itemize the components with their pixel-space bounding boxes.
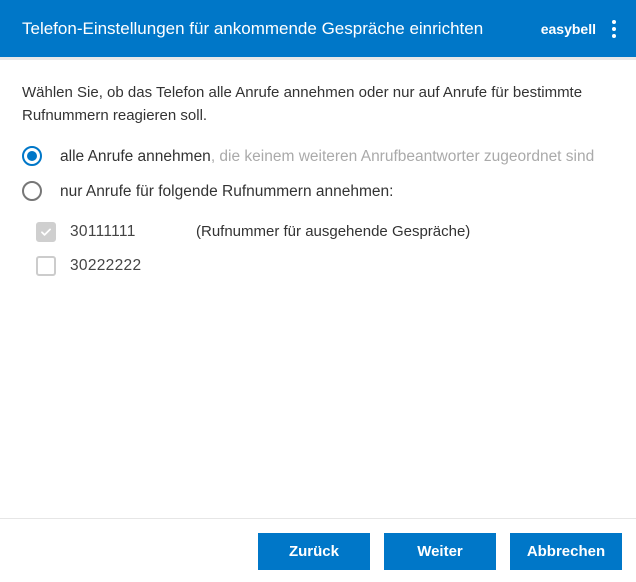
radio-specific-numbers[interactable] bbox=[22, 181, 42, 201]
brand-label: easybell bbox=[541, 21, 596, 37]
footer-bar: Zurück Weiter Abbrechen bbox=[0, 518, 636, 582]
intro-text: Wählen Sie, ob das Telefon alle Anrufe a… bbox=[22, 82, 614, 127]
number-value: 30222222 bbox=[70, 257, 182, 275]
option-all-calls[interactable]: alle Anrufe annehmen, die keinem weitere… bbox=[22, 145, 614, 168]
numbers-list: 30111111 (Rufnummer für ausgehende Gespr… bbox=[22, 222, 614, 276]
page-title: Telefon-Einstellungen für ankommende Ges… bbox=[22, 19, 483, 39]
option-all-label-hint: , die keinem weiteren Anrufbeantworter z… bbox=[211, 148, 594, 165]
option-specific-label: nur Anrufe für folgende Rufnummern anneh… bbox=[60, 180, 614, 203]
cancel-button[interactable]: Abbrechen bbox=[510, 533, 622, 570]
radio-all-calls[interactable] bbox=[22, 146, 42, 166]
number-row: 30111111 (Rufnummer für ausgehende Gespr… bbox=[36, 222, 614, 242]
number-value: 30111111 bbox=[70, 223, 182, 241]
number-checkbox[interactable] bbox=[36, 256, 56, 276]
main-content: Wählen Sie, ob das Telefon alle Anrufe a… bbox=[0, 60, 636, 518]
next-button[interactable]: Weiter bbox=[384, 533, 496, 570]
option-all-label-primary: alle Anrufe annehmen bbox=[60, 148, 211, 165]
back-button[interactable]: Zurück bbox=[258, 533, 370, 570]
number-row: 30222222 bbox=[36, 256, 614, 276]
option-specific-numbers[interactable]: nur Anrufe für folgende Rufnummern anneh… bbox=[22, 180, 614, 203]
more-vertical-icon[interactable] bbox=[608, 16, 620, 42]
header-right: easybell bbox=[541, 16, 620, 42]
number-note: (Rufnummer für ausgehende Gespräche) bbox=[196, 223, 470, 240]
number-checkbox bbox=[36, 222, 56, 242]
header-bar: Telefon-Einstellungen für ankommende Ges… bbox=[0, 0, 636, 60]
option-all-label: alle Anrufe annehmen, die keinem weitere… bbox=[60, 145, 614, 168]
